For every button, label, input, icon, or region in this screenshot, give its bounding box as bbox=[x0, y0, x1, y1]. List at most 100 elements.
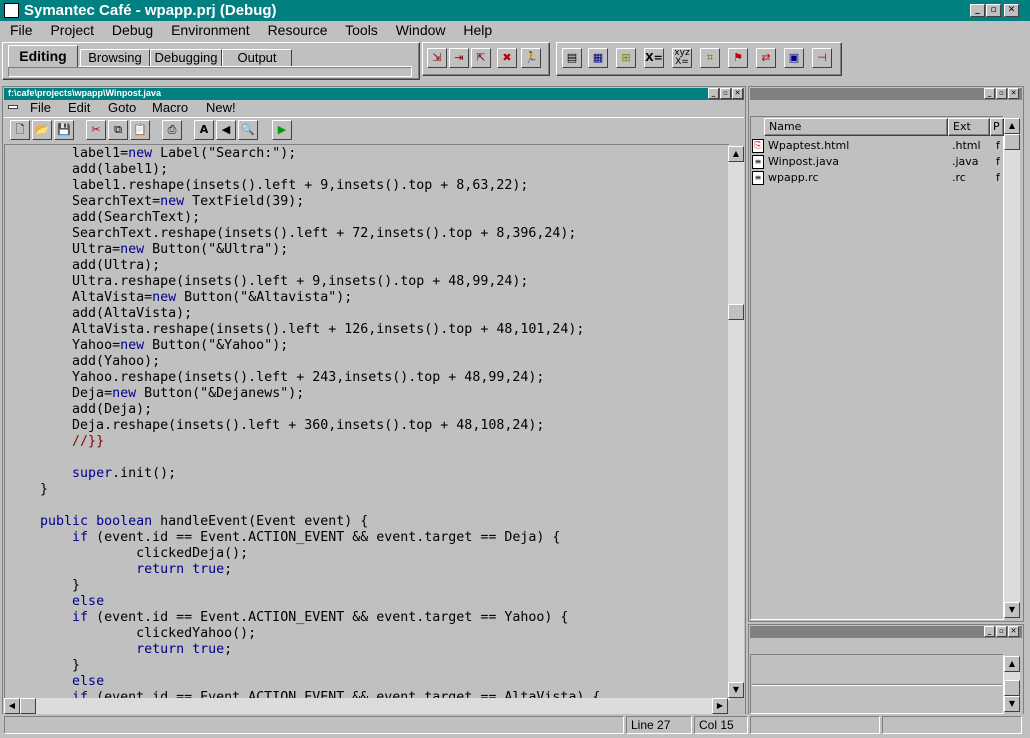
new-file-icon[interactable]: 🗋 bbox=[10, 120, 30, 140]
tab-browsing[interactable]: Browsing bbox=[80, 49, 150, 66]
minimize-button[interactable]: _ bbox=[970, 4, 985, 17]
menu-debug[interactable]: Debug bbox=[112, 22, 153, 38]
code-line[interactable]: return true; bbox=[8, 562, 718, 578]
stop-debug-icon[interactable]: ✖ bbox=[497, 48, 517, 68]
tab-output[interactable]: Output bbox=[222, 49, 292, 66]
code-line[interactable]: add(Ultra); bbox=[8, 258, 718, 274]
code-line[interactable]: add(SearchText); bbox=[8, 210, 718, 226]
menu-file[interactable]: File bbox=[10, 22, 33, 38]
find-next-icon[interactable]: 🔍 bbox=[238, 120, 258, 140]
output-scroll-up-arrow[interactable]: ▲ bbox=[1004, 656, 1020, 672]
code-line[interactable]: if (event.id == Event.ACTION_EVENT && ev… bbox=[8, 610, 718, 626]
output-scroll-thumb[interactable] bbox=[1004, 680, 1020, 696]
editor-hscroll-track[interactable] bbox=[4, 698, 728, 714]
editor-menu-macro[interactable]: Macro bbox=[152, 100, 188, 116]
tab-editing[interactable]: Editing bbox=[8, 45, 78, 67]
code-editor[interactable]: label1=new Label("Search:"); add(label1)… bbox=[8, 146, 718, 698]
close-button[interactable]: ✕ bbox=[1004, 4, 1019, 17]
exceptions-icon[interactable]: ⇄ bbox=[756, 48, 776, 68]
column-header-ext[interactable]: Ext bbox=[948, 118, 990, 136]
cut-icon[interactable]: ✂ bbox=[86, 120, 106, 140]
hierarchy-icon[interactable]: ⊞ bbox=[616, 48, 636, 68]
print-icon[interactable]: ⎙ bbox=[162, 120, 182, 140]
code-line[interactable]: add(AltaVista); bbox=[8, 306, 718, 322]
code-line[interactable]: else bbox=[8, 594, 718, 610]
code-line[interactable]: Yahoo.reshape(insets().left + 243,insets… bbox=[8, 370, 718, 386]
menu-environment[interactable]: Environment bbox=[171, 22, 250, 38]
editor-menu-new[interactable]: New! bbox=[206, 100, 236, 116]
code-line[interactable]: add(Yahoo); bbox=[8, 354, 718, 370]
call-stack-icon[interactable]: ⊣ bbox=[812, 48, 832, 68]
code-line[interactable]: } bbox=[8, 658, 718, 674]
data-view-icon[interactable]: ▦ bbox=[588, 48, 608, 68]
tab-debugging[interactable]: Debugging bbox=[150, 49, 222, 66]
editor-system-menu-icon[interactable] bbox=[8, 105, 18, 109]
code-line[interactable]: //}} bbox=[8, 434, 718, 450]
code-line[interactable]: clickedYahoo(); bbox=[8, 626, 718, 642]
step-into-icon[interactable]: ⇲ bbox=[427, 48, 447, 68]
code-line[interactable] bbox=[8, 450, 718, 466]
code-line[interactable]: SearchText=new TextField(39); bbox=[8, 194, 718, 210]
code-line[interactable]: add(Deja); bbox=[8, 402, 718, 418]
editor-menu-edit[interactable]: Edit bbox=[68, 100, 90, 116]
output-maximize-button[interactable]: ▫ bbox=[996, 626, 1007, 637]
step-out-icon[interactable]: ⇱ bbox=[471, 48, 491, 68]
editor-scroll-thumb[interactable] bbox=[728, 304, 744, 320]
code-line[interactable]: SearchText.reshape(insets().left + 72,in… bbox=[8, 226, 718, 242]
code-line[interactable]: add(label1); bbox=[8, 162, 718, 178]
column-header-p[interactable]: P bbox=[990, 118, 1004, 136]
step-over-icon[interactable]: ⇥ bbox=[449, 48, 469, 68]
code-line[interactable]: clickedDeja(); bbox=[8, 546, 718, 562]
code-line[interactable]: return true; bbox=[8, 642, 718, 658]
code-line[interactable]: Ultra=new Button("&Ultra"); bbox=[8, 242, 718, 258]
code-line[interactable]: AltaVista=new Button("&Altavista"); bbox=[8, 290, 718, 306]
code-line[interactable]: Deja.reshape(insets().left + 360,insets(… bbox=[8, 418, 718, 434]
code-line[interactable]: super.init(); bbox=[8, 466, 718, 482]
output-scroll-down-arrow[interactable]: ▼ bbox=[1004, 696, 1020, 712]
output-minimize-button[interactable]: _ bbox=[984, 626, 995, 637]
maximize-button[interactable]: ▫ bbox=[986, 4, 1001, 17]
project-close-button[interactable]: ✕ bbox=[1008, 88, 1019, 99]
code-line[interactable]: if (event.id == Event.ACTION_EVENT && ev… bbox=[8, 530, 718, 546]
editor-scroll-up-arrow[interactable]: ▲ bbox=[728, 146, 744, 162]
code-line[interactable]: AltaVista.reshape(insets().left + 126,in… bbox=[8, 322, 718, 338]
code-line[interactable]: Yahoo=new Button("&Yahoo"); bbox=[8, 338, 718, 354]
breakpoint-flag-icon[interactable]: ⚑ bbox=[728, 48, 748, 68]
menu-window[interactable]: Window bbox=[396, 22, 446, 38]
code-line[interactable]: public boolean handleEvent(Event event) … bbox=[8, 514, 718, 530]
project-maximize-button[interactable]: ▫ bbox=[996, 88, 1007, 99]
editor-scroll-left-arrow[interactable]: ◀ bbox=[4, 698, 20, 714]
find-icon[interactable]: A bbox=[194, 120, 214, 140]
project-scroll-down-arrow[interactable]: ▼ bbox=[1004, 602, 1020, 618]
open-folder-icon[interactable]: 📂 bbox=[32, 120, 52, 140]
editor-hscroll-thumb[interactable] bbox=[20, 698, 36, 714]
menu-project[interactable]: Project bbox=[50, 22, 94, 38]
file-row[interactable]: ≡ Winpost.java .java f bbox=[752, 154, 1022, 170]
code-line[interactable]: label1=new Label("Search:"); bbox=[8, 146, 718, 162]
editor-vscroll-track[interactable] bbox=[728, 146, 744, 696]
find-previous-icon[interactable]: ◀ bbox=[216, 120, 236, 140]
output-window-icon[interactable]: ▣ bbox=[784, 48, 804, 68]
editor-menu-file[interactable]: File bbox=[30, 100, 51, 116]
project-scroll-thumb[interactable] bbox=[1004, 134, 1020, 150]
editor-minimize-button[interactable]: _ bbox=[708, 88, 719, 99]
file-row[interactable]: ⎘ Wpaptest.html .html f bbox=[752, 138, 1022, 154]
source-view-icon[interactable]: ▤ bbox=[562, 48, 582, 68]
copy-icon[interactable]: ⧉ bbox=[108, 120, 128, 140]
menu-tools[interactable]: Tools bbox=[345, 22, 378, 38]
editor-menu-goto[interactable]: Goto bbox=[108, 100, 136, 116]
editor-scroll-right-arrow[interactable]: ▶ bbox=[712, 698, 728, 714]
code-line[interactable]: Deja=new Button("&Dejanews"); bbox=[8, 386, 718, 402]
code-line[interactable]: Ultra.reshape(insets().left + 9,insets()… bbox=[8, 274, 718, 290]
threads-icon[interactable]: ⌗ bbox=[700, 48, 720, 68]
menu-help[interactable]: Help bbox=[463, 22, 492, 38]
menu-resource[interactable]: Resource bbox=[268, 22, 328, 38]
project-scroll-up-arrow[interactable]: ▲ bbox=[1004, 118, 1020, 134]
paste-icon[interactable]: 📋 bbox=[130, 120, 150, 140]
output-close-button[interactable]: ✕ bbox=[1008, 626, 1019, 637]
watch-icon[interactable]: xyz X= bbox=[672, 48, 692, 68]
code-line[interactable]: } bbox=[8, 482, 718, 498]
code-line[interactable]: } bbox=[8, 578, 718, 594]
project-minimize-button[interactable]: _ bbox=[984, 88, 995, 99]
file-row[interactable]: ≡ wpapp.rc .rc f bbox=[752, 170, 1022, 186]
